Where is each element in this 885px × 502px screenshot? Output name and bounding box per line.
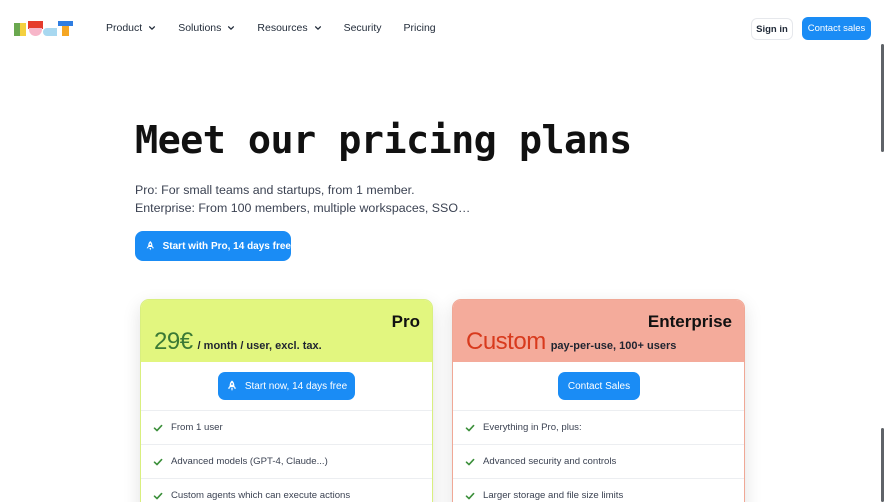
feature-item: Advanced models (GPT-4, Claude...) [141,444,432,478]
plan-name: Pro [391,312,420,331]
pricing-card-header: Pro 29€ / month / user, excl. tax. [141,300,432,362]
feature-label: Advanced models (GPT-4, Claude...) [171,456,328,467]
feature-list: Everything in Pro, plus: Advanced securi… [453,410,744,502]
nav-item-label: Resources [257,22,308,34]
feature-item: From 1 user [141,410,432,444]
chevron-down-icon [228,26,235,30]
nav-item-label: Pricing [403,22,436,34]
check-icon [153,424,163,431]
chevron-down-icon [149,26,156,30]
contact-sales-card-button[interactable]: Contact Sales [558,372,640,400]
nav-item-label: Product [106,22,143,34]
rocket-icon [227,380,237,391]
nav-item-security[interactable]: Security [344,22,382,34]
nav-item-pricing[interactable]: Pricing [404,22,436,34]
plan-price-suffix: / month / user, excl. tax. [197,340,322,352]
site-header: Product Solutions Resources Security Pri… [0,0,885,58]
contact-sales-button[interactable]: Contact sales [802,17,871,40]
pricing-card-pro: Pro 29€ / month / user, excl. tax. Start… [140,299,433,502]
price-row: Custom pay-per-use, 100+ users [466,328,676,356]
start-pro-button[interactable]: Start with Pro, 14 days free [135,231,291,261]
feature-label: Larger storage and file size limits [483,490,624,501]
start-now-button-label: Start now, 14 days free [244,380,348,392]
hero-subtitle: Pro: For small teams and startups, from … [135,181,470,217]
hero-subtitle-line: Enterprise: From 100 members, multiple w… [135,201,471,215]
page-title: Meet our pricing plans [135,118,632,163]
price-row: 29€ / month / user, excl. tax. [154,328,322,356]
pricing-card-enterprise: Enterprise Custom pay-per-use, 100+ user… [452,299,745,502]
pricing-card-header: Enterprise Custom pay-per-use, 100+ user… [453,300,744,362]
rocket-icon [146,241,155,251]
hero-subtitle-line: Pro: For small teams and startups, from … [135,183,415,197]
start-now-button[interactable]: Start now, 14 days free [218,372,355,400]
sign-in-button[interactable]: Sign in [751,18,793,40]
nav-item-solutions[interactable]: Solutions [178,22,235,34]
check-icon [465,458,475,465]
feature-label: From 1 user [171,422,223,433]
check-icon [153,492,163,499]
start-pro-button-label: Start with Pro, 14 days free [162,240,291,252]
chevron-down-icon [314,26,321,30]
nav-item-label: Solutions [178,22,222,34]
feature-list: From 1 user Advanced models (GPT-4, Clau… [141,410,432,502]
plan-price: Custom [466,328,546,355]
feature-item: Advanced security and controls [453,444,744,478]
scrollbar-thumb-secondary[interactable] [881,428,884,502]
main-nav: Product Solutions Resources Security Pri… [106,22,458,34]
check-icon [465,424,475,431]
feature-item: Larger storage and file size limits [453,478,744,502]
feature-item: Custom agents which can execute actions [141,478,432,502]
plan-price-suffix: pay-per-use, 100+ users [550,340,677,352]
nav-item-label: Security [343,22,382,34]
nav-item-resources[interactable]: Resources [257,22,321,34]
plan-price: 29€ [154,328,193,355]
contact-sales-card-button-label: Contact Sales [567,380,631,392]
feature-item: Everything in Pro, plus: [453,410,744,444]
check-icon [153,458,163,465]
nav-item-product[interactable]: Product [106,22,156,34]
feature-label: Custom agents which can execute actions [171,490,351,501]
feature-label: Advanced security and controls [483,456,617,467]
logo[interactable] [14,21,74,37]
feature-label: Everything in Pro, plus: [483,422,582,433]
scrollbar-thumb[interactable] [881,44,884,152]
check-icon [465,492,475,499]
